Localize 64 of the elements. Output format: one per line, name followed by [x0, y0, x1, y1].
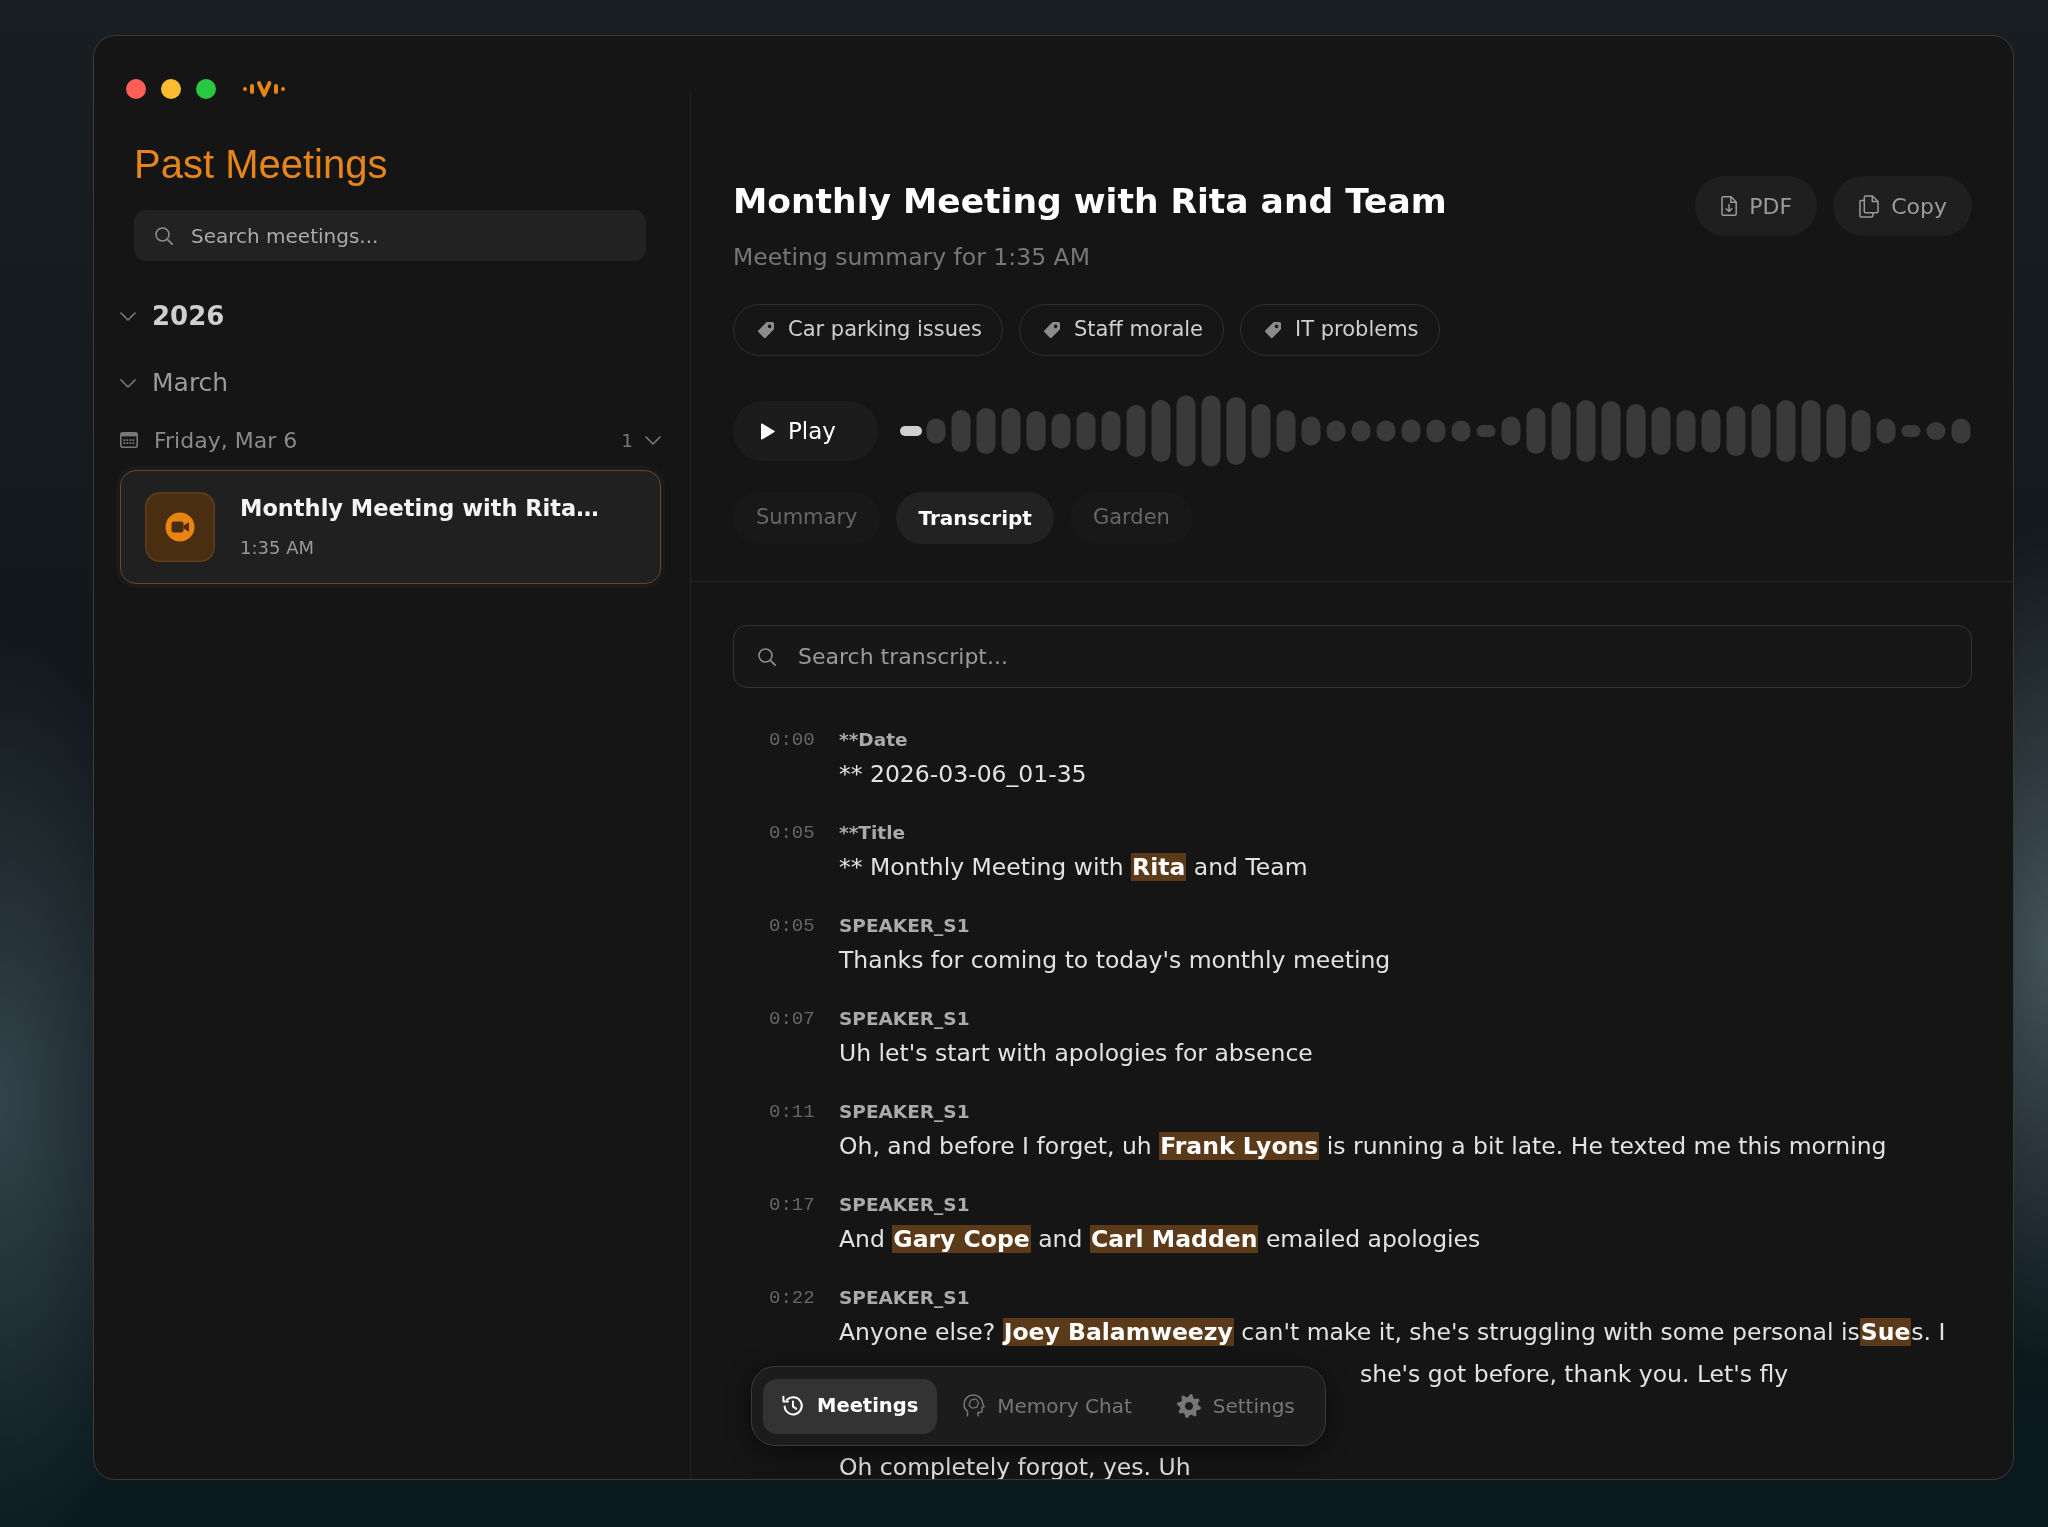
copy-button[interactable]: Copy — [1833, 176, 1972, 236]
timestamp: 0:05 — [769, 821, 816, 846]
timestamp: 0:11 — [769, 1100, 816, 1125]
chevron-down-icon[interactable] — [645, 435, 661, 445]
meeting-subtitle: Meeting summary for 1:35 AM — [733, 242, 1091, 273]
view-tab[interactable]: Transcript — [896, 492, 1054, 544]
maximize-icon[interactable] — [196, 79, 216, 99]
speaker-label: SPEAKER_S1 — [839, 1100, 971, 1124]
meeting-title: Monthly Meeting with Rita… — [240, 494, 599, 523]
transcript-text: ** 2026-03-06_01-35 — [839, 759, 1088, 790]
search-icon — [758, 647, 776, 666]
speaker-label: **Title — [839, 821, 907, 845]
sidebar-title: Past Meetings — [134, 141, 389, 188]
calendar-icon — [120, 432, 138, 448]
head-brain-icon[interactable] — [963, 1394, 986, 1418]
search-icon — [155, 226, 173, 245]
file-download-icon — [1721, 196, 1738, 216]
meeting-count: 1 — [621, 428, 633, 453]
transcript-text: Anyone else? Joey Balamweezy can't make it, she's struggling with some personal isSues. I — [839, 1317, 1947, 1348]
tag-label: Car parking issues — [788, 316, 982, 344]
export-pdf-button[interactable]: PDF — [1695, 176, 1818, 236]
tag-label: Staff morale — [1073, 316, 1203, 344]
month-toggle[interactable]: March — [120, 363, 229, 403]
settings-icon[interactable] — [1176, 1394, 1201, 1418]
timestamp: 0:00 — [769, 728, 816, 753]
history-icon[interactable] — [781, 1394, 805, 1418]
timestamp: 0:07 — [769, 1007, 816, 1032]
nav-tab[interactable]: Meetings — [763, 1378, 938, 1434]
transcript-text: Oh, and before I forget, uh Frank Lyons is running a bit late. He texted me this morning — [839, 1131, 1888, 1162]
transcript-text: Oh completely forgot, yes. Uh — [839, 1452, 1192, 1479]
chevron-down-icon[interactable] — [120, 311, 136, 321]
tag-label: IT problems — [1295, 316, 1419, 344]
timestamp: 0:22 — [769, 1286, 816, 1311]
meeting-time: 1:35 AM — [240, 536, 315, 560]
year-toggle[interactable]: 2026 — [120, 296, 225, 336]
transcript-search-field[interactable]: Search transcript... — [733, 625, 1972, 688]
nav-tab[interactable]: Settings — [1158, 1378, 1314, 1434]
day-toggle[interactable]: Friday, Mar 6 — [120, 422, 298, 458]
tag-icon — [1264, 321, 1282, 339]
speaker-label: SPEAKER_S1 — [839, 914, 971, 938]
speaker-label: SPEAKER_S1 — [839, 1007, 971, 1031]
chevron-down-icon[interactable] — [120, 378, 136, 388]
transcript-text: she's got before, thank you. Let's fly — [1360, 1359, 1790, 1390]
meeting-heading: Monthly Meeting with Rita and Team — [733, 180, 1448, 223]
speaker-label: **Date — [839, 728, 909, 752]
close-icon[interactable] — [126, 79, 146, 99]
minimize-icon[interactable] — [161, 79, 181, 99]
transcript-text: Thanks for coming to today's monthly meeting — [839, 945, 1392, 976]
app-logo-icon — [243, 80, 287, 98]
copy-icon — [1859, 194, 1880, 218]
speaker-label: SPEAKER_S1 — [839, 1193, 971, 1217]
speaker-label: SPEAKER_S1 — [839, 1286, 971, 1310]
transcript-text: ** Monthly Meeting with Rita and Team — [839, 852, 1309, 883]
transcript-text: And Gary Cope and Carl Madden emailed apologies — [839, 1224, 1482, 1255]
play-button[interactable]: Play — [733, 401, 878, 461]
transcript-text: Uh let's start with apologies for absence — [839, 1038, 1314, 1069]
play-icon — [760, 422, 775, 440]
nav-tab[interactable]: Memory Chat — [945, 1378, 1151, 1434]
timestamp: 0:05 — [769, 914, 816, 939]
meeting-search-field[interactable]: Search meetings... — [134, 210, 646, 261]
timestamp: 0:17 — [769, 1193, 816, 1218]
video-camera-icon — [145, 492, 215, 562]
tag-icon — [757, 321, 775, 339]
tag-icon — [1042, 321, 1061, 339]
